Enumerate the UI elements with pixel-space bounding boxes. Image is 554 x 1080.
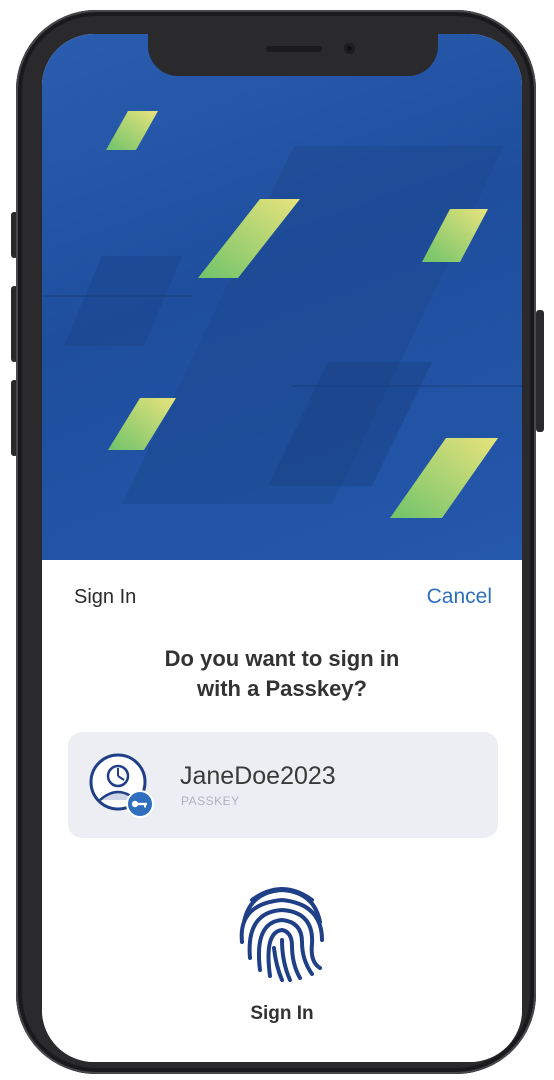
accent-shape [106,111,158,150]
account-card[interactable]: JaneDoe2023 PASSKEY [68,732,498,838]
speaker [266,46,322,52]
sheet-header: Sign In Cancel [42,560,522,640]
hero-illustration [42,34,522,560]
user-avatar-icon [89,753,154,818]
key-icon [126,790,154,818]
passkey-sheet: Sign In Cancel Do you want to sign in wi… [42,560,522,1062]
notch [148,34,438,76]
account-username: JaneDoe2023 [180,762,336,790]
fingerprint-icon[interactable] [232,878,332,982]
front-camera [344,43,355,54]
account-type-label: PASSKEY [181,794,240,808]
sign-in-label[interactable]: Sign In [42,1003,522,1025]
question-line-1: Do you want to sign in [164,646,400,671]
passkey-question: Do you want to sign in with a Passkey? [42,644,522,704]
question-line-2: with a Passkey? [197,676,367,701]
power-button [536,310,544,432]
accent-shape [390,438,498,518]
stage: Sign In Cancel Do you want to sign in wi… [0,0,554,1080]
hero-artwork [42,111,522,518]
cancel-button[interactable]: Cancel [427,585,492,609]
bg-shape [64,256,182,346]
sheet-title: Sign In [74,586,137,608]
phone-screen: Sign In Cancel Do you want to sign in wi… [42,34,522,1062]
